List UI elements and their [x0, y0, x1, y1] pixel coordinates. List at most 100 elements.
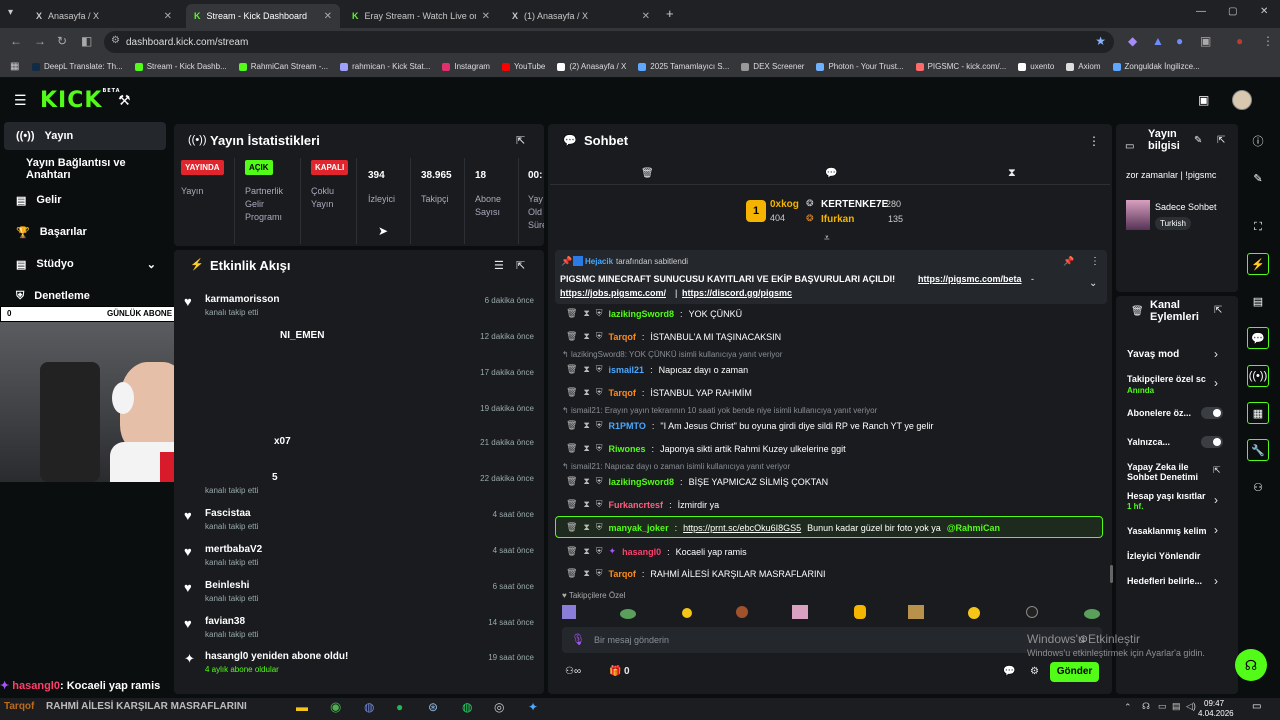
pinned-link[interactable]: https://discord.gg/pigsmc	[682, 288, 792, 298]
bookmark-item[interactable]: Instagram	[442, 62, 490, 71]
filter-icon[interactable]: ☰	[494, 259, 504, 272]
tab-kick-dashboard[interactable]: K Stream - Kick Dashboard ✕	[186, 4, 340, 28]
back-icon[interactable]: ←	[10, 34, 22, 48]
chevron-right-icon[interactable]: ›	[1214, 523, 1218, 537]
popout-icon[interactable]: ⇱	[516, 259, 525, 272]
chat-scrollbar[interactable]	[1110, 565, 1113, 583]
users-infinity-icon[interactable]: ⚇∞	[565, 666, 581, 677]
top-user-name[interactable]: 0xkog	[770, 199, 799, 210]
sidebar-item-studyo[interactable]: ▤ Stüdyo ⌄	[4, 250, 166, 278]
chat-input[interactable]: 🎙 Bir mesaj gönderin ☺	[562, 627, 1102, 653]
minimize-icon[interactable]: —	[1196, 6, 1206, 17]
sidebar-item-gelir[interactable]: ▤ Gelir	[4, 186, 166, 214]
steam-icon[interactable]: ⊛	[428, 700, 438, 714]
slow-mode-action[interactable]: Yavaş mod	[1127, 349, 1227, 360]
support-chat-button[interactable]: ☊	[1235, 649, 1267, 681]
emote-icon[interactable]	[620, 609, 636, 619]
gift-icon[interactable]: 🎁	[609, 666, 621, 677]
chrome-icon[interactable]: ◉	[330, 699, 341, 715]
sidebar-item-stream-key[interactable]: Yayın Bağlantısı ve Anahtarı	[4, 155, 166, 183]
tray-chevron-icon[interactable]: ⌃	[1124, 702, 1132, 713]
pinned-link[interactable]: https://jobs.pigsmc.com/	[560, 288, 666, 298]
bookmark-item[interactable]: PIGSMC - kick.com/...	[915, 62, 1006, 71]
notification-icon[interactable]: ▭	[1252, 701, 1261, 712]
bookmark-item[interactable]: Axiom	[1066, 62, 1101, 71]
bookmark-item[interactable]: Photon - Your Trust...	[816, 62, 904, 71]
followers-only-action[interactable]: Takipçilere özel sc	[1127, 374, 1211, 384]
extension-icon[interactable]: ●	[1176, 34, 1183, 48]
emote-icon[interactable]	[682, 608, 692, 618]
chat-icon[interactable]: 💬	[1003, 666, 1015, 677]
browser-menu-icon[interactable]: ⋮	[1262, 34, 1274, 48]
document-icon[interactable]: ▤	[1247, 290, 1269, 312]
emote-icon[interactable]	[968, 607, 980, 619]
stats-icon[interactable]: ▦	[1247, 402, 1269, 424]
emote-icon[interactable]	[736, 606, 748, 618]
window-close-icon[interactable]: ✕	[1260, 6, 1268, 17]
chat-link[interactable]: https://prnt.sc/ebcOku6I8GS5	[683, 523, 801, 533]
whatsapp-icon[interactable]: ◍	[462, 700, 472, 714]
bookmark-item[interactable]: Zonguldak İngilizce...	[1112, 62, 1200, 71]
kick-logo[interactable]: KICKBETA	[40, 88, 121, 113]
expand-down-icon[interactable]: ⩡	[824, 233, 830, 244]
obs-icon[interactable]: ◎	[494, 700, 504, 714]
hourglass-icon[interactable]: ⧗	[1008, 167, 1016, 180]
emote-icon[interactable]	[1084, 609, 1100, 619]
tools-icon[interactable]: 🔧	[1247, 439, 1269, 461]
host-action[interactable]: İzleyici Yönlendir	[1127, 551, 1227, 561]
close-icon[interactable]: ✕	[482, 11, 490, 22]
chevron-right-icon[interactable]: ›	[1214, 376, 1218, 390]
bookmark-item[interactable]: Stream - Kick Dashb...	[134, 62, 227, 71]
emote-icon[interactable]	[908, 605, 924, 619]
microphone-icon[interactable]: 🎙	[571, 633, 585, 646]
tab-eray-stream[interactable]: K Eray Stream - Watch Live on Ki✕	[344, 4, 498, 28]
address-bar[interactable]: ⚙ dashboard.kick.com/stream ★	[104, 31, 1114, 53]
settings-gear-icon[interactable]: ⚙	[1030, 666, 1039, 677]
file-explorer-icon[interactable]: ▬	[296, 700, 308, 714]
bookmark-item[interactable]: DEX Screener	[741, 62, 804, 71]
edit-pencil-icon[interactable]: ✎	[1194, 135, 1202, 146]
popout-icon[interactable]: ⇱	[1214, 305, 1222, 316]
set-goals-action[interactable]: Hedefleri belirle...	[1127, 576, 1211, 586]
bookmark-item[interactable]: uxento	[1018, 62, 1054, 71]
tab-anasayfa-x[interactable]: X Anasayfa / X ✕	[28, 4, 180, 28]
chat-bubble-icon[interactable]: 💬	[1247, 327, 1269, 349]
close-icon[interactable]: ✕	[324, 11, 332, 22]
close-icon[interactable]: ✕	[164, 11, 172, 22]
headset-icon[interactable]: ☊	[1142, 701, 1150, 712]
new-tab-icon[interactable]: +	[666, 6, 674, 21]
edit-pencil-icon[interactable]: ✎	[1247, 167, 1269, 189]
unpin-icon[interactable]: 📌	[1063, 256, 1074, 267]
maximize-icon[interactable]: ▢	[1228, 6, 1237, 17]
top-user-name[interactable]: Ifurkan	[821, 214, 854, 225]
ai-moderation-action[interactable]: Yapay Zeka ile Sohbet Denetimi	[1127, 462, 1203, 482]
only-toggle[interactable]	[1201, 436, 1223, 448]
bookmark-item[interactable]: (2) Anasayfa / X	[557, 62, 626, 71]
popout-icon[interactable]: ⇱	[516, 134, 525, 147]
trash-icon[interactable]: 🗑	[641, 168, 654, 179]
spotify-icon[interactable]: ●	[396, 700, 403, 714]
emote-icon[interactable]	[562, 605, 576, 619]
sub-only-action[interactable]: Abonelere öz...	[1127, 408, 1199, 418]
extensions-puzzle-icon[interactable]: ▣	[1200, 34, 1211, 48]
external-link-icon[interactable]: ⇱	[1213, 465, 1221, 476]
bookmark-item[interactable]: RahmiCan Stream -...	[238, 62, 328, 71]
account-age-action[interactable]: Hesap yaşı kısıtlar	[1127, 491, 1211, 501]
emote-icon[interactable]	[1026, 606, 1038, 618]
chevron-right-icon[interactable]: ›	[1214, 574, 1218, 588]
clock-time[interactable]: 09:47	[1204, 699, 1224, 708]
chevron-down-icon[interactable]: ⌄	[1089, 278, 1097, 289]
forward-icon[interactable]: →	[34, 34, 46, 48]
pinned-link[interactable]: https://pigsmc.com/beta	[918, 274, 1022, 284]
site-info-icon[interactable]: ⚙	[111, 35, 120, 46]
emote-icon[interactable]	[854, 605, 866, 619]
profile-avatar-icon[interactable]: ●	[1236, 34, 1243, 48]
reload-icon[interactable]: ↻	[57, 34, 67, 48]
emote-icon[interactable]	[792, 605, 808, 619]
chevron-right-icon[interactable]: ›	[1214, 493, 1218, 507]
app-icon[interactable]: ✦	[528, 700, 538, 714]
network-icon[interactable]: ▤	[1172, 701, 1181, 712]
discord-icon[interactable]: ◍	[364, 700, 374, 714]
user-avatar[interactable]	[1232, 90, 1252, 110]
banned-words-action[interactable]: Yasaklanmış kelim	[1127, 526, 1211, 536]
